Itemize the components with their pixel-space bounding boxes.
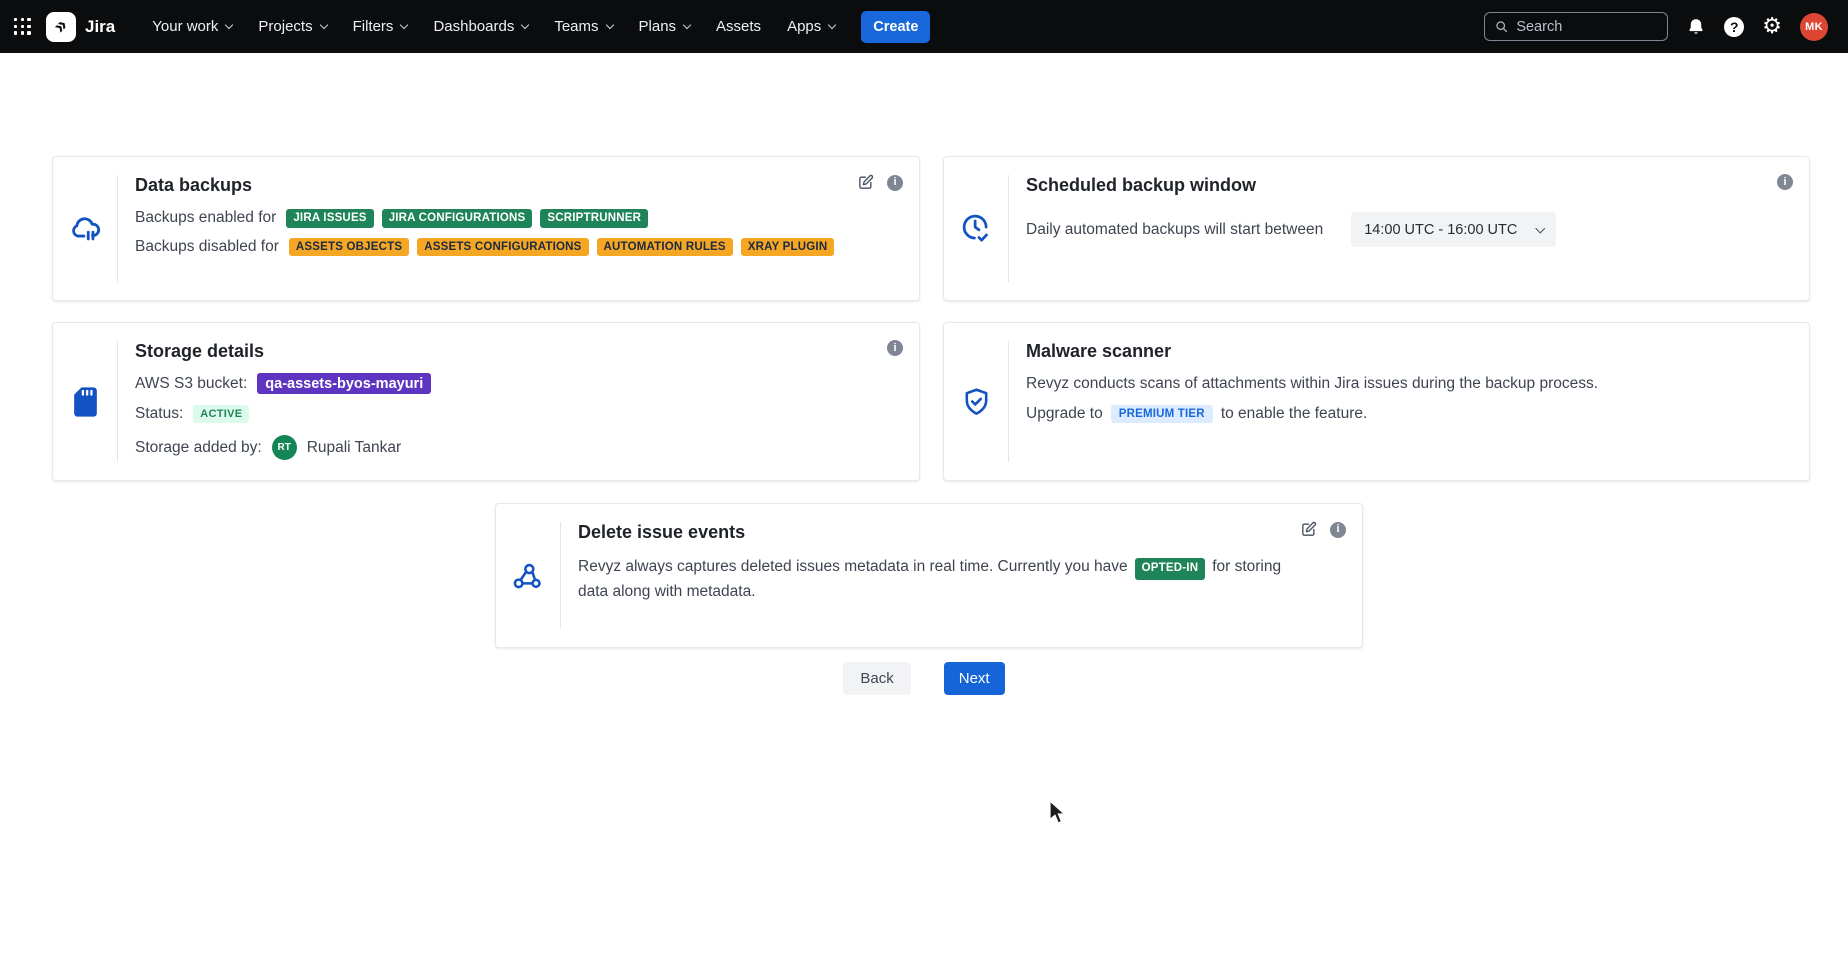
enabled-badges: JIRA ISSUES JIRA CONFIGURATIONS SCRIPTRUNN…	[286, 209, 648, 228]
backup-window-select[interactable]: 14:00 UTC - 16:00 UTC	[1351, 212, 1556, 247]
info-icon[interactable]: i	[887, 340, 903, 356]
help-icon[interactable]: ?	[1724, 17, 1744, 37]
clock-schedule-icon	[960, 212, 993, 245]
settings-gear-icon[interactable]: ⚙	[1762, 16, 1782, 38]
mouse-cursor	[1046, 800, 1070, 826]
premium-tier-badge: PREMIUM TIER	[1111, 405, 1213, 423]
chevron-down-icon	[319, 20, 327, 28]
enabled-label: Backups enabled for	[135, 209, 276, 227]
chevron-down-icon	[225, 20, 233, 28]
disabled-badges: ASSETS OBJECTS ASSETS CONFIGURATIONS AUTOM…	[289, 238, 834, 257]
card-icon-column	[53, 157, 117, 300]
divider	[117, 341, 118, 462]
card-icon-column	[944, 323, 1008, 480]
webhook-events-icon	[511, 560, 545, 592]
nav-item-projects[interactable]: Projects	[245, 0, 339, 53]
nav-right-group: ? ⚙ MK	[1484, 12, 1828, 41]
backup-window-label: Daily automated backups will start betwe…	[1026, 221, 1323, 239]
cloud-backup-pause-icon	[68, 212, 102, 246]
chevron-down-icon	[521, 20, 529, 28]
notifications-bell-icon[interactable]	[1686, 17, 1706, 37]
info-icon[interactable]: i	[1330, 522, 1346, 538]
card-icon-column	[53, 323, 117, 480]
upgrade-prefix: Upgrade to	[1026, 405, 1103, 423]
divider	[117, 175, 118, 282]
shield-check-icon	[961, 385, 992, 419]
nav-item-assets[interactable]: Assets	[703, 0, 774, 53]
bucket-label: AWS S3 bucket:	[135, 375, 247, 393]
added-by-avatar: RT	[272, 435, 297, 460]
scheduled-backup-card: Scheduled backup window Daily automated …	[943, 156, 1810, 301]
opted-in-badge: OPTED-IN	[1135, 558, 1206, 580]
next-button[interactable]: Next	[944, 662, 1005, 695]
enabled-badge: JIRA CONFIGURATIONS	[382, 209, 533, 228]
sd-card-icon	[72, 386, 99, 418]
chevron-down-icon	[683, 20, 691, 28]
divider	[560, 522, 561, 629]
bucket-value-badge: qa-assets-byos-mayuri	[257, 373, 431, 394]
card-icon-column	[944, 157, 1008, 300]
divider	[1008, 341, 1009, 462]
storage-details-card: Storage details AWS S3 bucket: qa-assets…	[52, 322, 920, 481]
enabled-badge: SCRIPTRUNNER	[540, 209, 648, 228]
user-avatar[interactable]: MK	[1800, 13, 1828, 41]
info-icon[interactable]: i	[1777, 174, 1793, 190]
chevron-down-icon	[828, 20, 836, 28]
brand-name: Jira	[85, 17, 115, 37]
card-title: Data backups	[135, 175, 849, 196]
card-title: Malware scanner	[1026, 341, 1739, 362]
status-label: Status:	[135, 405, 183, 423]
delete-events-description: Revyz always captures deleted issues met…	[578, 555, 1292, 603]
edit-icon[interactable]	[1300, 521, 1317, 538]
nav-item-filters[interactable]: Filters	[340, 0, 421, 53]
card-title: Scheduled backup window	[1026, 175, 1739, 196]
chevron-down-icon	[605, 20, 613, 28]
jira-logo[interactable]: » Jira	[46, 12, 115, 42]
divider	[1008, 175, 1009, 282]
info-icon[interactable]: i	[887, 175, 903, 191]
malware-scanner-card: Malware scanner Revyz conducts scans of …	[943, 322, 1810, 481]
added-by-name: Rupali Tankar	[307, 439, 402, 457]
back-button[interactable]: Back	[843, 662, 910, 695]
scanner-description: Revyz conducts scans of attachments with…	[1026, 375, 1598, 393]
disabled-badge: XRAY PLUGIN	[741, 238, 835, 257]
enabled-badge: JIRA ISSUES	[286, 209, 373, 228]
status-badge: ACTIVE	[193, 405, 249, 423]
upgrade-suffix: to enable the feature.	[1221, 405, 1368, 423]
app-switcher-icon[interactable]	[14, 18, 31, 35]
nav-item-plans[interactable]: Plans	[626, 0, 704, 53]
disabled-badge: ASSETS OBJECTS	[289, 238, 409, 257]
nav-item-teams[interactable]: Teams	[541, 0, 625, 53]
search-icon	[1495, 19, 1508, 34]
disabled-label: Backups disabled for	[135, 238, 279, 256]
delete-issue-events-card: Delete issue events Revyz always capture…	[495, 503, 1363, 648]
card-icon-column	[496, 504, 560, 647]
search-box[interactable]	[1484, 12, 1668, 41]
nav-item-your-work[interactable]: Your work	[139, 0, 245, 53]
wizard-buttons: Back Next	[0, 662, 1848, 695]
nav-item-apps[interactable]: Apps	[774, 0, 848, 53]
chevron-down-icon	[1535, 223, 1544, 232]
nav-menu: Your work Projects Filters Dashboards Te…	[139, 0, 848, 53]
added-by-label: Storage added by:	[135, 439, 262, 457]
card-title: Storage details	[135, 341, 849, 362]
chevron-down-icon	[400, 20, 408, 28]
main-content: Data backups Backups enabled for JIRA IS…	[0, 53, 1848, 953]
disabled-badge: ASSETS CONFIGURATIONS	[417, 238, 588, 257]
jira-logo-icon: »	[46, 12, 76, 42]
nav-item-dashboards[interactable]: Dashboards	[420, 0, 541, 53]
disabled-badge: AUTOMATION RULES	[597, 238, 733, 257]
create-button[interactable]: Create	[861, 11, 930, 43]
card-title: Delete issue events	[578, 522, 1292, 543]
edit-icon[interactable]	[857, 174, 874, 191]
search-input[interactable]	[1516, 19, 1657, 35]
top-navigation: » Jira Your work Projects Filters Dashbo…	[0, 0, 1848, 53]
data-backups-card: Data backups Backups enabled for JIRA IS…	[52, 156, 920, 301]
